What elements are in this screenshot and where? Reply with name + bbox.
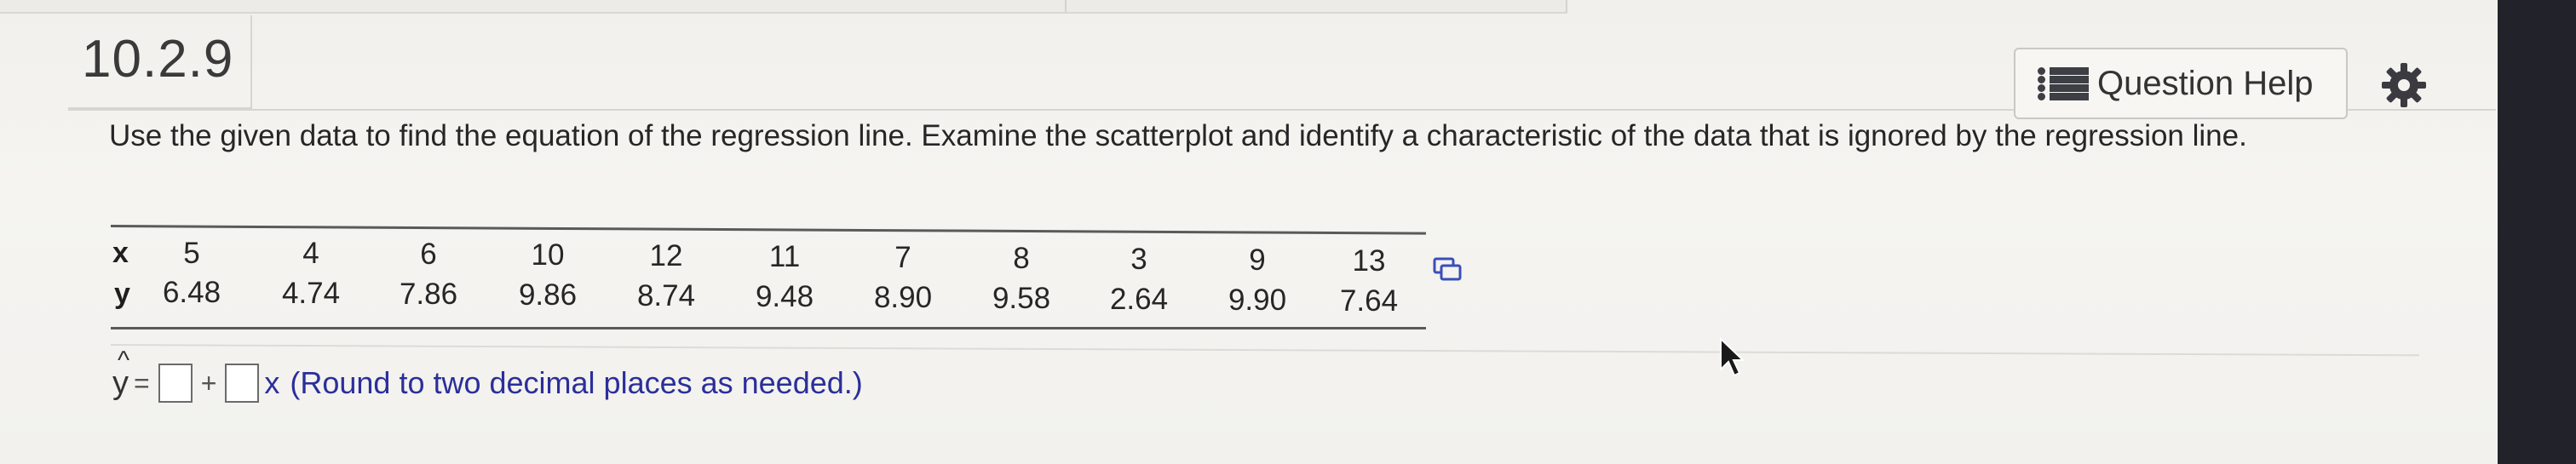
intercept-input[interactable] (158, 364, 193, 403)
table-cell-x: 8 (1013, 242, 1030, 275)
row-label-y: y (114, 278, 130, 310)
table-cell-x: 7 (894, 241, 911, 274)
table-cell-x: 12 (649, 239, 683, 272)
x-variable: x (264, 365, 280, 400)
section-number: 10.2.9 (82, 30, 234, 89)
copy-icon[interactable] (1433, 257, 1462, 283)
table-cell-x: 4 (302, 237, 319, 270)
table-cell-y: 7.86 (399, 278, 458, 311)
window-edge (2498, 0, 2576, 464)
table-cell-y: 9.86 (518, 278, 578, 312)
question-page: 10.2.9 Question Help Use the given data … (0, 0, 2576, 464)
question-help-label: Question Help (2097, 64, 2314, 102)
top-strip-divider (1566, 0, 1567, 12)
table-cell-x: 11 (768, 240, 801, 273)
question-instructions: Use the given data to find the equation … (109, 119, 2247, 152)
table-cell-y: 9.58 (992, 282, 1051, 315)
top-strip (0, 0, 1567, 14)
equals-sign: = (134, 367, 150, 398)
slope-input[interactable] (225, 364, 260, 403)
top-strip-divider (1065, 0, 1067, 12)
answer-divider (110, 344, 2419, 357)
table-cell-y: 8.90 (873, 281, 933, 314)
table-cell-x: 3 (1130, 243, 1147, 276)
table-cell-y: 6.48 (162, 276, 221, 309)
plus-sign: + (200, 367, 217, 398)
hat-symbol: ^ (118, 346, 130, 375)
table-cell-x: 5 (183, 237, 200, 270)
table-cell-y: 4.74 (281, 277, 341, 310)
table-cell-y: 7.64 (1339, 284, 1399, 318)
table-cell-y: 9.48 (755, 280, 814, 313)
table-cell-y: 2.64 (1109, 283, 1169, 316)
answer-line: ^ y = + x (Round to two decimal places a… (112, 347, 863, 409)
table-cell-x: 10 (531, 238, 565, 272)
table-cell-x: 6 (420, 238, 437, 271)
mouse-cursor-icon (1720, 337, 1745, 377)
gear-icon[interactable] (2380, 61, 2428, 109)
y-hat-symbol: ^ y (112, 347, 129, 402)
table-cell-y: 9.90 (1228, 284, 1287, 317)
question-help-button[interactable]: Question Help (2014, 48, 2348, 119)
list-icon (2038, 66, 2090, 101)
table-cell-x: 13 (1352, 244, 1386, 278)
row-label-x: x (112, 237, 129, 269)
table-top-rule (110, 225, 1426, 235)
rounding-hint: (Round to two decimal places as needed.) (290, 365, 863, 400)
table-cell-x: 9 (1249, 243, 1266, 277)
table-cell-y: 8.74 (636, 279, 696, 312)
table-bottom-rule (111, 327, 1426, 329)
